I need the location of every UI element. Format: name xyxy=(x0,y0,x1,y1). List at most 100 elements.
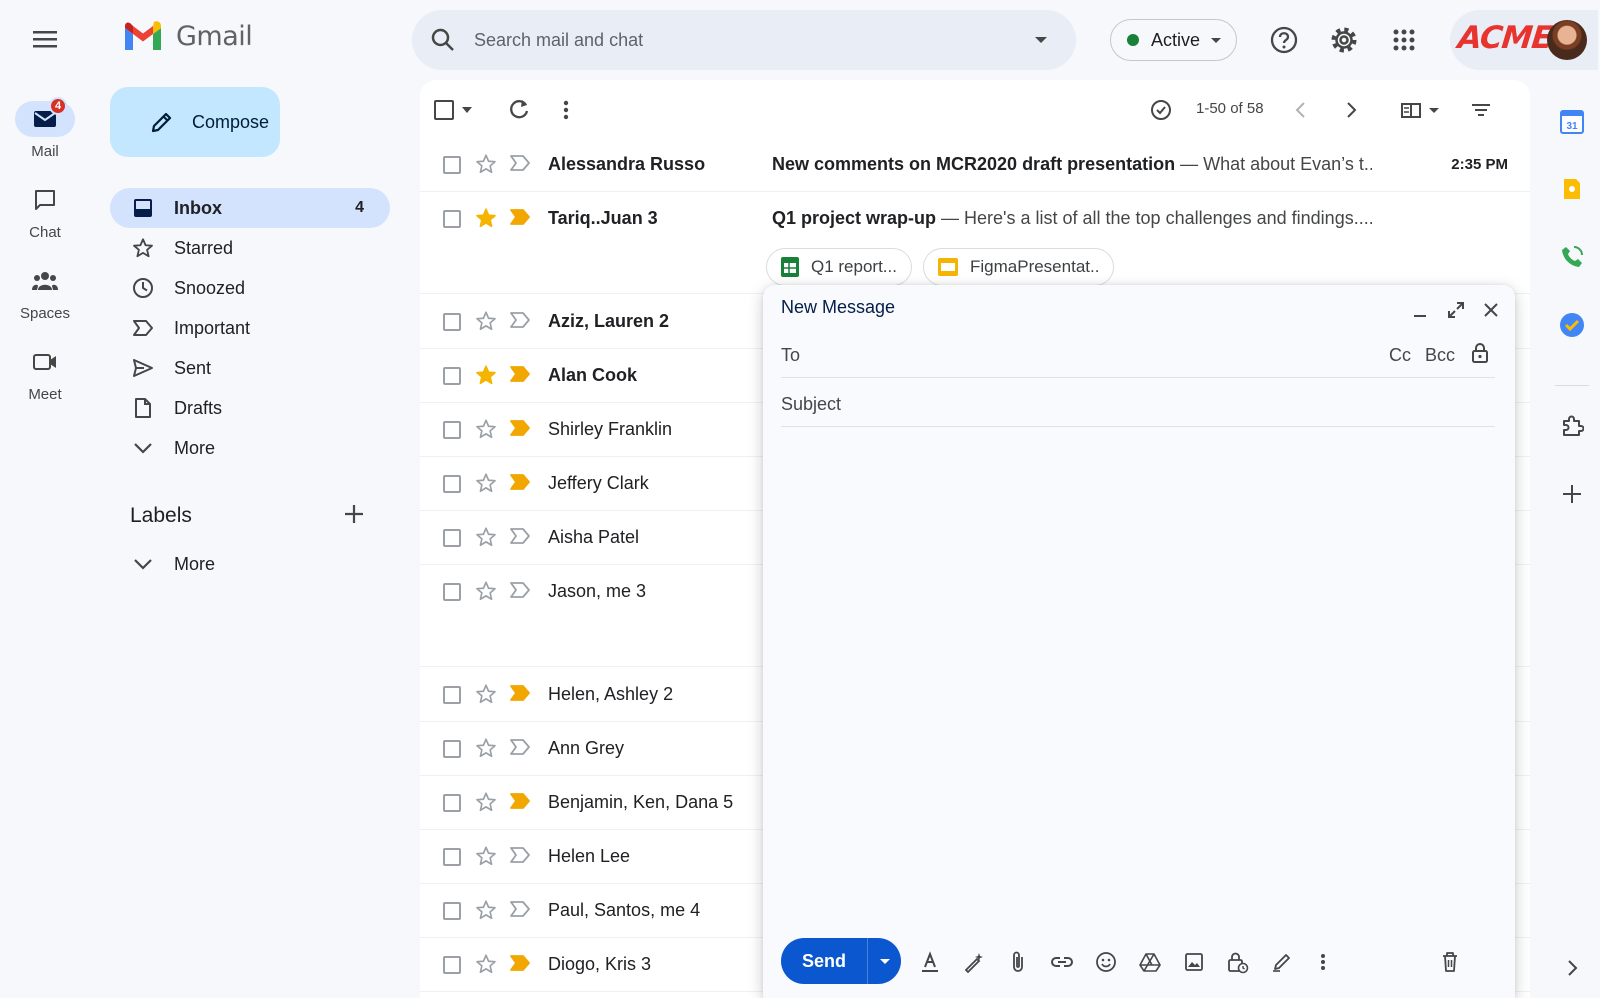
star-toggle-icon[interactable] xyxy=(475,526,497,548)
compose-button[interactable]: Compose xyxy=(110,87,280,157)
important-marker-icon[interactable] xyxy=(510,209,530,225)
row-checkbox[interactable] xyxy=(443,583,461,601)
nav-item-starred[interactable]: Starred xyxy=(110,228,390,268)
row-checkbox[interactable] xyxy=(443,156,461,174)
tasks-icon[interactable] xyxy=(1557,310,1587,340)
nav-item-inbox[interactable]: Inbox 4 xyxy=(110,188,390,228)
refresh-icon[interactable] xyxy=(504,95,534,125)
nav-item-drafts[interactable]: Drafts xyxy=(110,388,390,428)
fullscreen-icon[interactable] xyxy=(1441,295,1471,325)
settings-gear-icon[interactable] xyxy=(1326,22,1362,58)
row-checkbox[interactable] xyxy=(443,740,461,758)
important-marker-icon[interactable] xyxy=(510,155,530,171)
gmail-logo[interactable]: Gmail xyxy=(122,20,253,52)
search-input[interactable] xyxy=(474,29,1014,51)
nav-item-important[interactable]: Important xyxy=(110,308,390,348)
minimize-icon[interactable] xyxy=(1405,295,1435,325)
row-checkbox[interactable] xyxy=(443,367,461,385)
tasks-check-icon[interactable] xyxy=(1146,95,1176,125)
status-dropdown[interactable]: Active xyxy=(1110,19,1237,61)
more-options-icon[interactable] xyxy=(1308,947,1338,977)
cc-button[interactable]: Cc xyxy=(1389,345,1411,366)
lock-icon[interactable] xyxy=(1471,342,1489,364)
schedule-send-dropdown[interactable] xyxy=(867,938,901,984)
more-vert-icon[interactable] xyxy=(556,95,576,125)
filter-icon[interactable] xyxy=(1466,95,1496,125)
star-toggle-icon[interactable] xyxy=(475,418,497,440)
send-button[interactable]: Send xyxy=(781,938,867,984)
add-label-icon[interactable] xyxy=(342,502,366,526)
important-marker-icon[interactable] xyxy=(510,955,530,971)
split-pane-icon[interactable] xyxy=(1400,95,1444,125)
account-avatar[interactable] xyxy=(1547,20,1587,60)
rail-item-mail[interactable]: 4 Mail xyxy=(0,97,90,160)
row-checkbox[interactable] xyxy=(443,902,461,920)
main-menu-icon[interactable] xyxy=(28,26,62,52)
star-toggle-icon[interactable] xyxy=(475,580,497,602)
bcc-button[interactable]: Bcc xyxy=(1425,345,1455,366)
star-toggle-icon[interactable] xyxy=(475,845,497,867)
important-marker-icon[interactable] xyxy=(510,582,530,598)
nav-item-more[interactable]: More xyxy=(110,428,390,468)
confidential-mode-icon[interactable] xyxy=(1223,947,1253,977)
attachment-chip[interactable]: Q1 report... xyxy=(766,248,912,286)
row-checkbox[interactable] xyxy=(443,529,461,547)
important-marker-icon[interactable] xyxy=(510,312,530,328)
important-marker-icon[interactable] xyxy=(510,474,530,490)
help-me-write-icon[interactable] xyxy=(959,947,989,977)
important-marker-icon[interactable] xyxy=(510,685,530,701)
google-drive-icon[interactable] xyxy=(1135,947,1165,977)
important-marker-icon[interactable] xyxy=(510,739,530,755)
nav-item-snoozed[interactable]: Snoozed xyxy=(110,268,390,308)
signature-pen-icon[interactable] xyxy=(1267,947,1297,977)
row-checkbox[interactable] xyxy=(443,421,461,439)
row-checkbox[interactable] xyxy=(443,686,461,704)
nav-item-sent[interactable]: Sent xyxy=(110,348,390,388)
help-icon[interactable] xyxy=(1266,22,1302,58)
text-format-icon[interactable] xyxy=(915,947,945,977)
emoji-icon[interactable] xyxy=(1091,947,1121,977)
labels-more[interactable]: More xyxy=(110,544,390,584)
add-addon-icon[interactable] xyxy=(1557,479,1587,509)
email-row[interactable]: Alessandra Russo New comments on MCR2020… xyxy=(420,137,1530,192)
row-checkbox[interactable] xyxy=(443,313,461,331)
row-checkbox[interactable] xyxy=(443,956,461,974)
next-page-icon[interactable] xyxy=(1336,95,1366,125)
attachment-chip[interactable]: FigmaPresentat.. xyxy=(923,248,1115,286)
close-icon[interactable] xyxy=(1476,295,1506,325)
important-marker-icon[interactable] xyxy=(510,793,530,809)
star-toggle-icon[interactable] xyxy=(475,364,497,386)
row-checkbox[interactable] xyxy=(443,794,461,812)
to-field[interactable]: To Cc Bcc xyxy=(781,329,1495,378)
rail-item-spaces[interactable]: Spaces xyxy=(0,263,90,322)
row-checkbox[interactable] xyxy=(443,848,461,866)
star-toggle-icon[interactable] xyxy=(475,207,497,229)
star-toggle-icon[interactable] xyxy=(475,953,497,975)
important-marker-icon[interactable] xyxy=(510,528,530,544)
voice-phone-icon[interactable] xyxy=(1557,242,1587,272)
discard-trash-icon[interactable] xyxy=(1435,947,1465,977)
calendar-icon[interactable]: 31 xyxy=(1557,107,1587,137)
apps-grid-icon[interactable] xyxy=(1386,22,1422,58)
important-marker-icon[interactable] xyxy=(510,420,530,436)
important-marker-icon[interactable] xyxy=(510,901,530,917)
insert-link-icon[interactable] xyxy=(1047,947,1077,977)
expand-panel-chevron-icon[interactable] xyxy=(1557,953,1587,983)
subject-field[interactable]: Subject xyxy=(781,378,1495,427)
star-toggle-icon[interactable] xyxy=(475,310,497,332)
search-icon[interactable] xyxy=(430,27,456,53)
star-toggle-icon[interactable] xyxy=(475,899,497,921)
attach-file-icon[interactable] xyxy=(1003,947,1033,977)
row-checkbox[interactable] xyxy=(443,210,461,228)
addons-puzzle-icon[interactable] xyxy=(1557,411,1587,441)
important-marker-icon[interactable] xyxy=(510,847,530,863)
rail-item-chat[interactable]: Chat xyxy=(0,182,90,241)
select-all-checkbox[interactable] xyxy=(434,95,472,125)
prev-page-icon[interactable] xyxy=(1286,95,1316,125)
rail-item-meet[interactable]: Meet xyxy=(0,344,90,403)
important-marker-icon[interactable] xyxy=(510,366,530,382)
keep-icon[interactable] xyxy=(1557,174,1587,204)
row-checkbox[interactable] xyxy=(443,475,461,493)
search-options-icon[interactable] xyxy=(1034,36,1048,44)
star-toggle-icon[interactable] xyxy=(475,153,497,175)
